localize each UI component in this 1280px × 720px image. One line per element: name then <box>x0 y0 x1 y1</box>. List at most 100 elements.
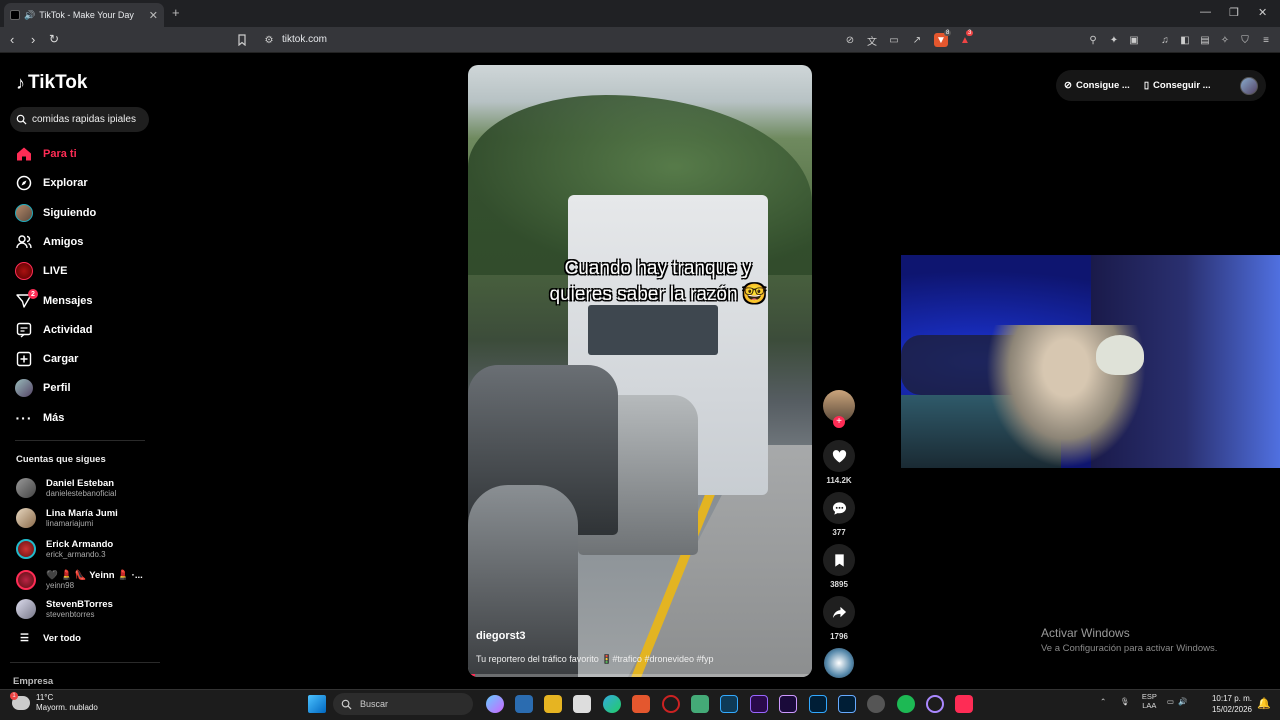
translate-icon[interactable]: 文 <box>865 33 879 48</box>
volume-icon[interactable]: 🔊 <box>1178 697 1187 706</box>
restore-icon[interactable]: ❐ <box>1229 6 1239 19</box>
microphone-icon[interactable]: 🎙 <box>1120 697 1130 706</box>
nav-item-actividad[interactable]: Actividad <box>15 319 93 341</box>
display-icon[interactable]: ▭ <box>1167 697 1174 706</box>
activity-icon <box>15 321 33 339</box>
user-avatar[interactable] <box>1240 76 1258 95</box>
account-name: 🖤 💄 👠 Yeinn 💄 ·... <box>46 569 143 581</box>
video-progress-bar[interactable] <box>468 674 812 677</box>
reload-icon[interactable]: ↻ <box>49 32 59 46</box>
notification-bell-icon[interactable]: 🔔 <box>1257 697 1271 710</box>
cast-icon[interactable]: ▭ <box>887 33 901 47</box>
search-input[interactable]: comidas rapidas ipiales <box>10 107 149 132</box>
store-icon[interactable] <box>515 695 533 713</box>
nav-item-para-ti[interactable]: Para ti <box>15 143 77 165</box>
app-circle-icon[interactable] <box>926 695 944 713</box>
footer-link-empresa[interactable]: Empresa <box>13 676 53 687</box>
like-button[interactable] <box>823 440 855 472</box>
music-icon[interactable]: ♫ <box>1158 33 1172 47</box>
nav-item-cargar[interactable]: Cargar <box>15 348 78 370</box>
language-indicator[interactable]: ESP LAA <box>1142 692 1157 710</box>
bookmark-icon <box>834 553 844 567</box>
clock-date: 15/02/2026 <box>1211 705 1252 714</box>
video-progress-fill <box>468 674 475 677</box>
followed-account[interactable]: Daniel Esteban danielestebanoficial <box>16 474 116 502</box>
temperature: 11°C <box>36 693 54 702</box>
app-icon[interactable] <box>691 695 709 713</box>
wallet-icon[interactable]: ▤ <box>1198 33 1212 47</box>
file-explorer-icon[interactable] <box>544 695 562 713</box>
vpn-icon[interactable]: ⛉ <box>1238 33 1252 47</box>
obs-icon[interactable] <box>867 695 885 713</box>
nav-item-mensajes[interactable]: 2 Mensajes <box>15 289 93 312</box>
taskbar-search[interactable]: Buscar <box>333 693 473 715</box>
get-coins-button[interactable]: Consigue ... <box>1076 80 1130 91</box>
start-button-icon[interactable] <box>308 695 326 713</box>
comment-button[interactable] <box>823 492 855 524</box>
extension-icon[interactable]: ⚲ <box>1086 33 1100 47</box>
follow-plus-icon[interactable]: + <box>833 416 845 428</box>
leo-ai-icon[interactable]: ✧ <box>1218 33 1232 47</box>
sidebar-toggle-icon[interactable]: ◧ <box>1178 33 1192 47</box>
see-all-link[interactable]: ☰ Ver todo <box>20 633 81 644</box>
spotify-icon[interactable] <box>897 695 915 713</box>
photoshop-icon[interactable] <box>809 695 827 713</box>
nav-item-mas[interactable]: ··· Más <box>15 407 65 429</box>
url-field[interactable]: tiktok.com <box>282 34 327 45</box>
get-app-button[interactable]: Conseguir ... <box>1153 80 1211 91</box>
video-player[interactable]: Cuando hay tranque y quieres saber la ra… <box>468 65 812 677</box>
lightroom-icon[interactable] <box>838 695 856 713</box>
browser-tab[interactable]: 🔊 TikTok - Make Your Day ✕ <box>4 3 164 27</box>
followed-account[interactable]: Erick Armando erick_armando.3 <box>16 535 113 563</box>
puzzle-icon[interactable]: ✦ <box>1107 33 1121 47</box>
nav-item-siguiendo[interactable]: Siguiendo <box>15 202 96 224</box>
edge-icon[interactable] <box>603 695 621 713</box>
nav-item-perfil[interactable]: Perfil <box>15 377 71 399</box>
share-button[interactable] <box>823 596 855 628</box>
forward-icon[interactable]: › <box>31 32 35 47</box>
tiktok-taskbar-icon[interactable] <box>955 695 973 713</box>
site-info-icon[interactable]: ⚙ <box>262 33 276 47</box>
weather-widget[interactable]: 1 11°C Mayorm. nublado <box>10 692 98 713</box>
screenshot-icon[interactable]: ▣ <box>1127 33 1141 47</box>
close-tab-icon[interactable]: ✕ <box>149 9 158 22</box>
after-effects-icon[interactable] <box>779 695 797 713</box>
menu-icon[interactable]: ≡ <box>1259 33 1273 47</box>
nav-item-amigos[interactable]: Amigos <box>15 231 83 253</box>
vegas-icon[interactable] <box>720 695 738 713</box>
close-window-icon[interactable]: ✕ <box>1258 6 1267 19</box>
chevron-up-icon[interactable]: ⌃ <box>1100 697 1106 706</box>
followed-account[interactable]: Lina María Jumi linamariajumi <box>16 504 118 532</box>
video-author[interactable]: diegorst3 <box>476 630 526 642</box>
back-icon[interactable]: ‹ <box>10 32 14 47</box>
new-tab-icon[interactable]: + <box>172 5 180 20</box>
save-button[interactable] <box>823 544 855 576</box>
bookmark-icon[interactable] <box>235 33 249 47</box>
home-icon <box>15 145 33 163</box>
premiere-icon[interactable] <box>750 695 768 713</box>
followed-account[interactable]: StevenBTorres stevenbtorres <box>16 595 113 623</box>
followed-account[interactable]: 🖤 💄 👠 Yeinn 💄 ·... yeinn98 <box>16 566 143 594</box>
account-handle: linamariajumi <box>46 518 94 528</box>
tiktok-logo[interactable]: ♪ TikTok <box>16 72 87 94</box>
coins-icon: ⊘ <box>1064 80 1072 91</box>
see-all-label: Ver todo <box>42 633 81 644</box>
sidebar-divider <box>10 662 160 663</box>
tab-title: TikTok - Make Your Day <box>39 10 134 20</box>
capcut-icon[interactable] <box>573 695 591 713</box>
audio-playing-icon[interactable]: 🔊 <box>24 10 35 21</box>
search-value: comidas rapidas ipiales <box>32 114 136 125</box>
avatar <box>16 508 36 528</box>
share-icon[interactable]: ↗ <box>910 33 924 47</box>
opera-icon[interactable] <box>662 695 680 713</box>
minimize-icon[interactable]: — <box>1200 6 1211 18</box>
nav-item-live[interactable]: LIVE <box>15 260 67 282</box>
music-disc-icon[interactable] <box>824 648 854 678</box>
save-count: 3895 <box>830 580 848 589</box>
no-tracking-icon[interactable]: ⊘ <box>843 33 857 47</box>
copilot-icon[interactable] <box>486 695 504 713</box>
brave-taskbar-icon[interactable] <box>632 695 650 713</box>
taskbar-clock[interactable]: 10:17 p. m. 15/02/2026 <box>1208 693 1252 715</box>
nav-item-explorar[interactable]: Explorar <box>15 172 88 194</box>
phone-icon: ▯ <box>1143 80 1150 91</box>
